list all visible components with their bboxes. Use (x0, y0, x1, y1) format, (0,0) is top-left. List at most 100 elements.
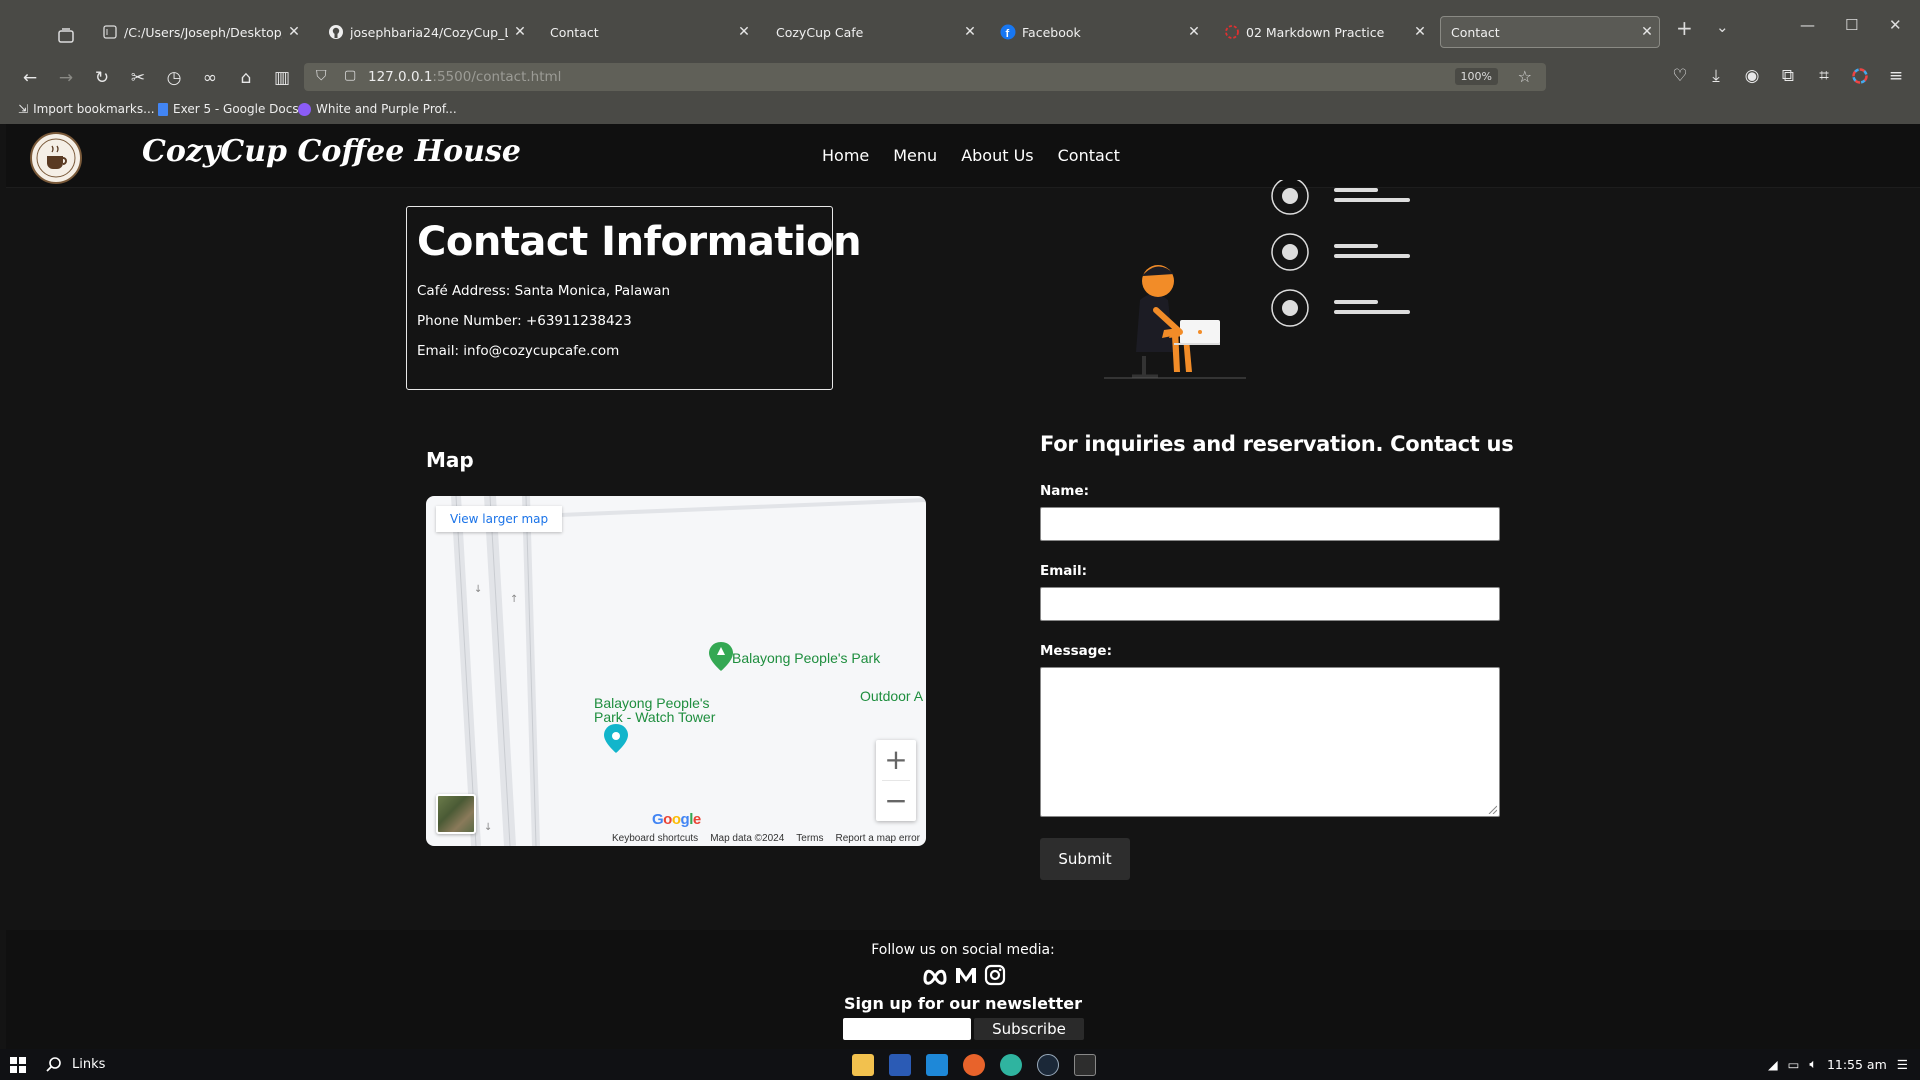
nav-home[interactable]: Home (822, 146, 869, 165)
firefox-icon[interactable] (963, 1054, 985, 1076)
edge-icon[interactable] (1000, 1054, 1022, 1076)
taskbar-search[interactable]: Links (46, 1056, 105, 1072)
close-icon[interactable]: ✕ (1408, 24, 1432, 40)
tab-title: CozyCup Cafe (776, 24, 864, 40)
nav-menu[interactable]: Menu (893, 146, 937, 165)
close-icon[interactable]: ✕ (282, 24, 306, 40)
battery-icon[interactable]: ▭ (1788, 1057, 1800, 1072)
bookmark-white-purple[interactable]: White and Purple Prof... (298, 102, 457, 116)
notifications-icon[interactable]: ☰ (1897, 1057, 1908, 1072)
zoom-out-button[interactable]: − (876, 781, 916, 821)
color-wheel-icon[interactable] (1848, 64, 1872, 88)
tab-groups-icon[interactable] (56, 26, 76, 46)
page-info-icon[interactable]: ▢ (344, 68, 356, 83)
zoom-level[interactable]: 100% (1454, 68, 1498, 85)
contact-info-card: Contact Information Café Address: Santa … (406, 206, 862, 390)
poi-label-line: Park - Watch Tower (594, 709, 716, 725)
forward-icon[interactable]: → (54, 66, 78, 90)
vscode-icon[interactable] (926, 1054, 948, 1076)
extensions-icon[interactable]: ⧉ (1776, 64, 1800, 88)
new-tab-icon[interactable]: + (1676, 16, 1693, 40)
tab-markdown[interactable]: 02 Markdown Practice ✕ (1214, 16, 1432, 48)
follow-text: Follow us on social media: (871, 942, 1055, 958)
close-icon[interactable]: ✕ (1182, 24, 1206, 40)
file-explorer-icon[interactable] (852, 1054, 874, 1076)
address-bar[interactable]: ⛉ ▢ 127.0.0.1:5500/contact.html 100% ☆ (304, 63, 1546, 91)
crop-icon[interactable]: ⌗ (1812, 64, 1836, 88)
terminal-icon[interactable] (1074, 1054, 1096, 1076)
name-input[interactable] (1040, 507, 1500, 541)
minimize-icon[interactable]: — (1800, 16, 1815, 34)
tab-local-file[interactable]: /C:/Users/Joseph/Desktop/%23 ✕ (92, 16, 306, 48)
tab-contact-active[interactable]: Contact ✕ (1440, 16, 1660, 48)
bookmark-exer5[interactable]: Exer 5 - Google Docs (158, 102, 299, 116)
contact-illustration (1096, 180, 1436, 440)
terms-link[interactable]: Terms (796, 833, 823, 844)
pocket-icon[interactable]: ♡ (1668, 64, 1692, 88)
nav-contact[interactable]: Contact (1058, 146, 1120, 165)
instagram-icon[interactable] (984, 964, 1006, 986)
tab-github[interactable]: josephbaria24/CozyCup_Lazarte ✕ (318, 16, 532, 48)
message-textarea[interactable] (1040, 667, 1500, 817)
url-text[interactable]: 127.0.0.1:5500/contact.html (368, 69, 561, 85)
downloads-icon[interactable]: ⤓ (1704, 64, 1728, 88)
resize-handle-icon[interactable] (1487, 804, 1497, 814)
newsletter-email-input[interactable] (843, 1018, 971, 1040)
maximize-icon[interactable]: ☐ (1845, 16, 1858, 34)
history-icon[interactable]: ◷ (162, 66, 186, 90)
tab-cozycup[interactable]: CozyCup Cafe ✕ (766, 16, 982, 48)
network-icon[interactable]: ◢ (1768, 1057, 1778, 1072)
poi-label[interactable]: Outdoor A (860, 688, 923, 704)
system-tray: ◢ ▭ 🔈︎ 11:55 am ☰ (1768, 1056, 1908, 1072)
poi-label[interactable]: Balayong People's Park (732, 650, 880, 666)
message-label: Message: (1040, 643, 1112, 659)
shield-icon[interactable]: ⛉ (316, 68, 327, 84)
nav-about-us[interactable]: About Us (961, 146, 1033, 165)
zoom-in-button[interactable]: + (876, 740, 916, 780)
google-map-embed[interactable]: ↓ ↑ ↓ View larger map Balayong People's … (426, 496, 926, 846)
view-larger-map-link[interactable]: View larger map (436, 506, 563, 532)
back-icon[interactable]: ← (18, 66, 42, 90)
word-icon[interactable] (889, 1054, 911, 1076)
import-icon: ⇲ (18, 102, 29, 116)
close-icon[interactable]: ✕ (958, 24, 982, 40)
steam-icon[interactable] (1037, 1054, 1059, 1076)
meta-icon[interactable] (922, 965, 948, 985)
keyboard-shortcuts-link[interactable]: Keyboard shortcuts (612, 833, 698, 844)
account-icon[interactable]: ◉ (1740, 64, 1764, 88)
close-icon[interactable]: ✕ (732, 24, 756, 40)
home-icon[interactable]: ⌂ (234, 66, 258, 90)
medium-icon[interactable] (954, 965, 978, 985)
close-icon[interactable]: ✕ (1635, 24, 1659, 40)
map-heading: Map (426, 448, 474, 472)
email-label: Email: (1040, 563, 1088, 579)
report-error-link[interactable]: Report a map error (836, 833, 920, 844)
tab-facebook[interactable]: f Facebook ✕ (990, 16, 1206, 48)
submit-button[interactable]: Submit (1040, 838, 1130, 880)
bookmark-label: Exer 5 - Google Docs (173, 102, 299, 116)
bookmark-import[interactable]: ⇲ Import bookmarks... (18, 102, 155, 116)
site-title[interactable]: CozyCup Coffee House (142, 134, 521, 169)
close-icon[interactable]: ✕ (508, 24, 532, 40)
poi-label-line: Balayong People's (594, 695, 710, 711)
window-close-icon[interactable]: ✕ (1889, 16, 1902, 34)
reload-icon[interactable]: ↻ (90, 66, 114, 90)
volume-icon[interactable]: 🔈︎ (1809, 1056, 1817, 1072)
svg-text:↓: ↓ (474, 584, 482, 595)
subscribe-button[interactable]: Subscribe (974, 1018, 1084, 1040)
facebook-icon: f (1000, 24, 1016, 40)
webpage: CozyCup Coffee House Home Menu About Us … (6, 124, 1920, 1049)
windows-start-icon[interactable] (10, 1057, 26, 1073)
poi-label[interactable]: Balayong People's Park - Watch Tower (594, 696, 715, 724)
tab-list-icon[interactable]: ⌄ (1716, 18, 1729, 36)
screenshot-icon[interactable]: ✂ (126, 66, 150, 90)
cafe-logo[interactable] (30, 132, 82, 184)
star-icon[interactable]: ☆ (1518, 67, 1532, 86)
sidebar-icon[interactable]: ▥ (270, 66, 294, 90)
tab-contact[interactable]: Contact ✕ (540, 16, 756, 48)
clock[interactable]: 11:55 am (1827, 1057, 1887, 1072)
menu-icon[interactable]: ≡ (1884, 64, 1908, 88)
private-mask-icon[interactable]: ∞ (198, 66, 222, 90)
email-input[interactable] (1040, 587, 1500, 621)
satellite-layer-button[interactable] (436, 794, 476, 834)
